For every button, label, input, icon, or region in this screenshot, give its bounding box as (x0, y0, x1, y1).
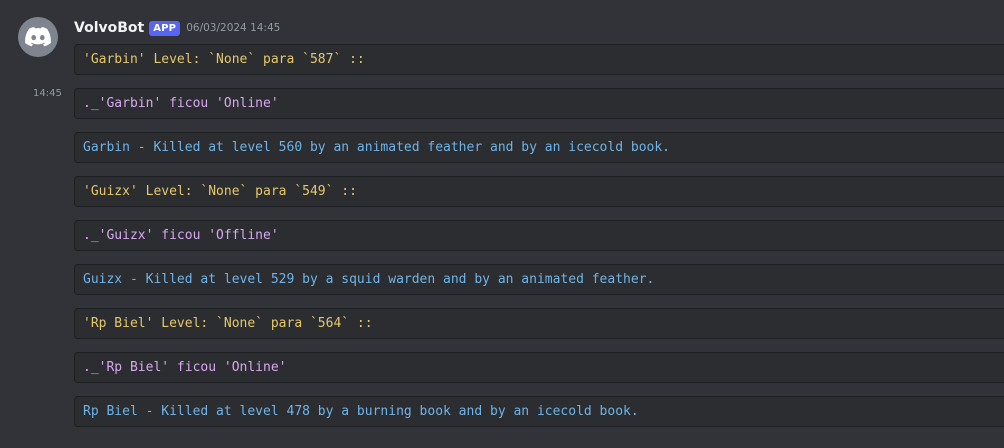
message-header: VolvoBot APP 06/03/2024 14:45 (74, 17, 280, 39)
author-name[interactable]: VolvoBot (74, 20, 144, 36)
status-code-block: ._'Rp Biel' ficou 'Online' (74, 352, 1004, 383)
app-badge: APP (149, 20, 181, 36)
hover-timestamp: 14:45 (33, 88, 62, 99)
message-timestamp: 06/03/2024 14:45 (186, 22, 281, 34)
death-code-block: Guizx - Killed at level 529 by a squid w… (74, 264, 1004, 295)
discord-logo-icon (25, 27, 51, 47)
level-code-block: 'Rp Biel' Level: `None` para `564` :: (74, 308, 1004, 339)
death-code-block: Rp Biel - Killed at level 478 by a burni… (74, 396, 1004, 427)
level-code-block: 'Garbin' Level: `None` para `587` :: (74, 44, 1004, 75)
status-code-block: ._'Garbin' ficou 'Online' (74, 88, 1004, 119)
avatar[interactable] (18, 17, 58, 57)
level-code-block: 'Guizx' Level: `None` para `549` :: (74, 176, 1004, 207)
status-code-block: ._'Guizx' ficou 'Offline' (74, 220, 1004, 251)
death-code-block: Garbin - Killed at level 560 by an anima… (74, 132, 1004, 163)
